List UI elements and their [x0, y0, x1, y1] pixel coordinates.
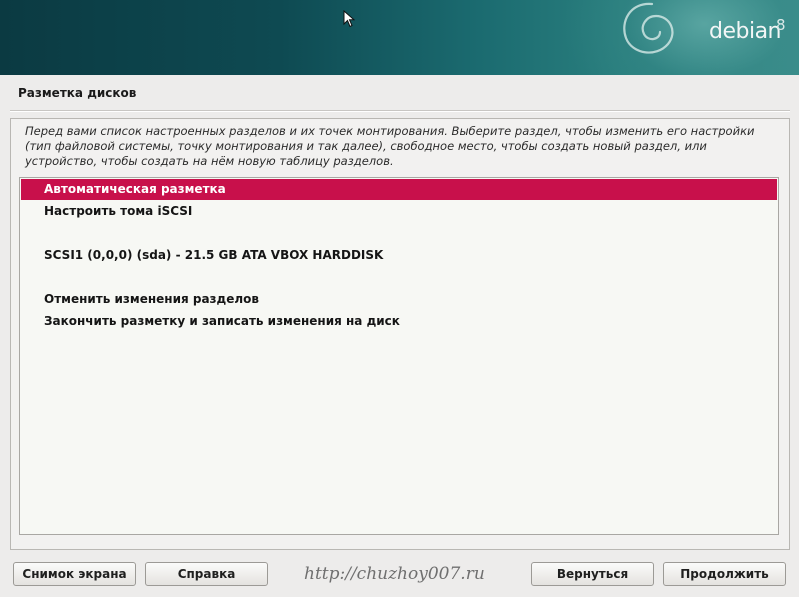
list-item-finish-partitioning[interactable]: Закончить разметку и записать изменения … — [21, 311, 777, 332]
list-item-auto-partition[interactable]: Автоматическая разметка — [21, 179, 777, 200]
intro-text: Перед вами список настроенных разделов и… — [25, 124, 755, 168]
list-item-iscsi[interactable]: Настроить тома iSCSI — [21, 201, 777, 222]
continue-button[interactable]: Продолжить — [663, 562, 786, 586]
list-item-disk-sda[interactable]: SCSI1 (0,0,0) (sda) - 21.5 GB ATA VBOX H… — [21, 245, 777, 266]
partition-list[interactable]: Автоматическая разметка Настроить тома i… — [19, 177, 779, 535]
debian-swirl-icon — [623, 2, 674, 54]
debian-banner: debian 8 — [0, 0, 799, 75]
debian-version: 8 — [776, 16, 786, 34]
page-title: Разметка дисков — [18, 86, 137, 100]
title-divider — [10, 110, 790, 112]
mouse-cursor-icon — [343, 10, 355, 28]
screenshot-button[interactable]: Снимок экрана — [13, 562, 136, 586]
back-button[interactable]: Вернуться — [531, 562, 654, 586]
watermark-url: http://chuzhoy007.ru — [304, 564, 485, 584]
help-button[interactable]: Справка — [145, 562, 268, 586]
debian-logo-text: debian — [709, 19, 782, 44]
list-item-undo-changes[interactable]: Отменить изменения разделов — [21, 289, 777, 310]
